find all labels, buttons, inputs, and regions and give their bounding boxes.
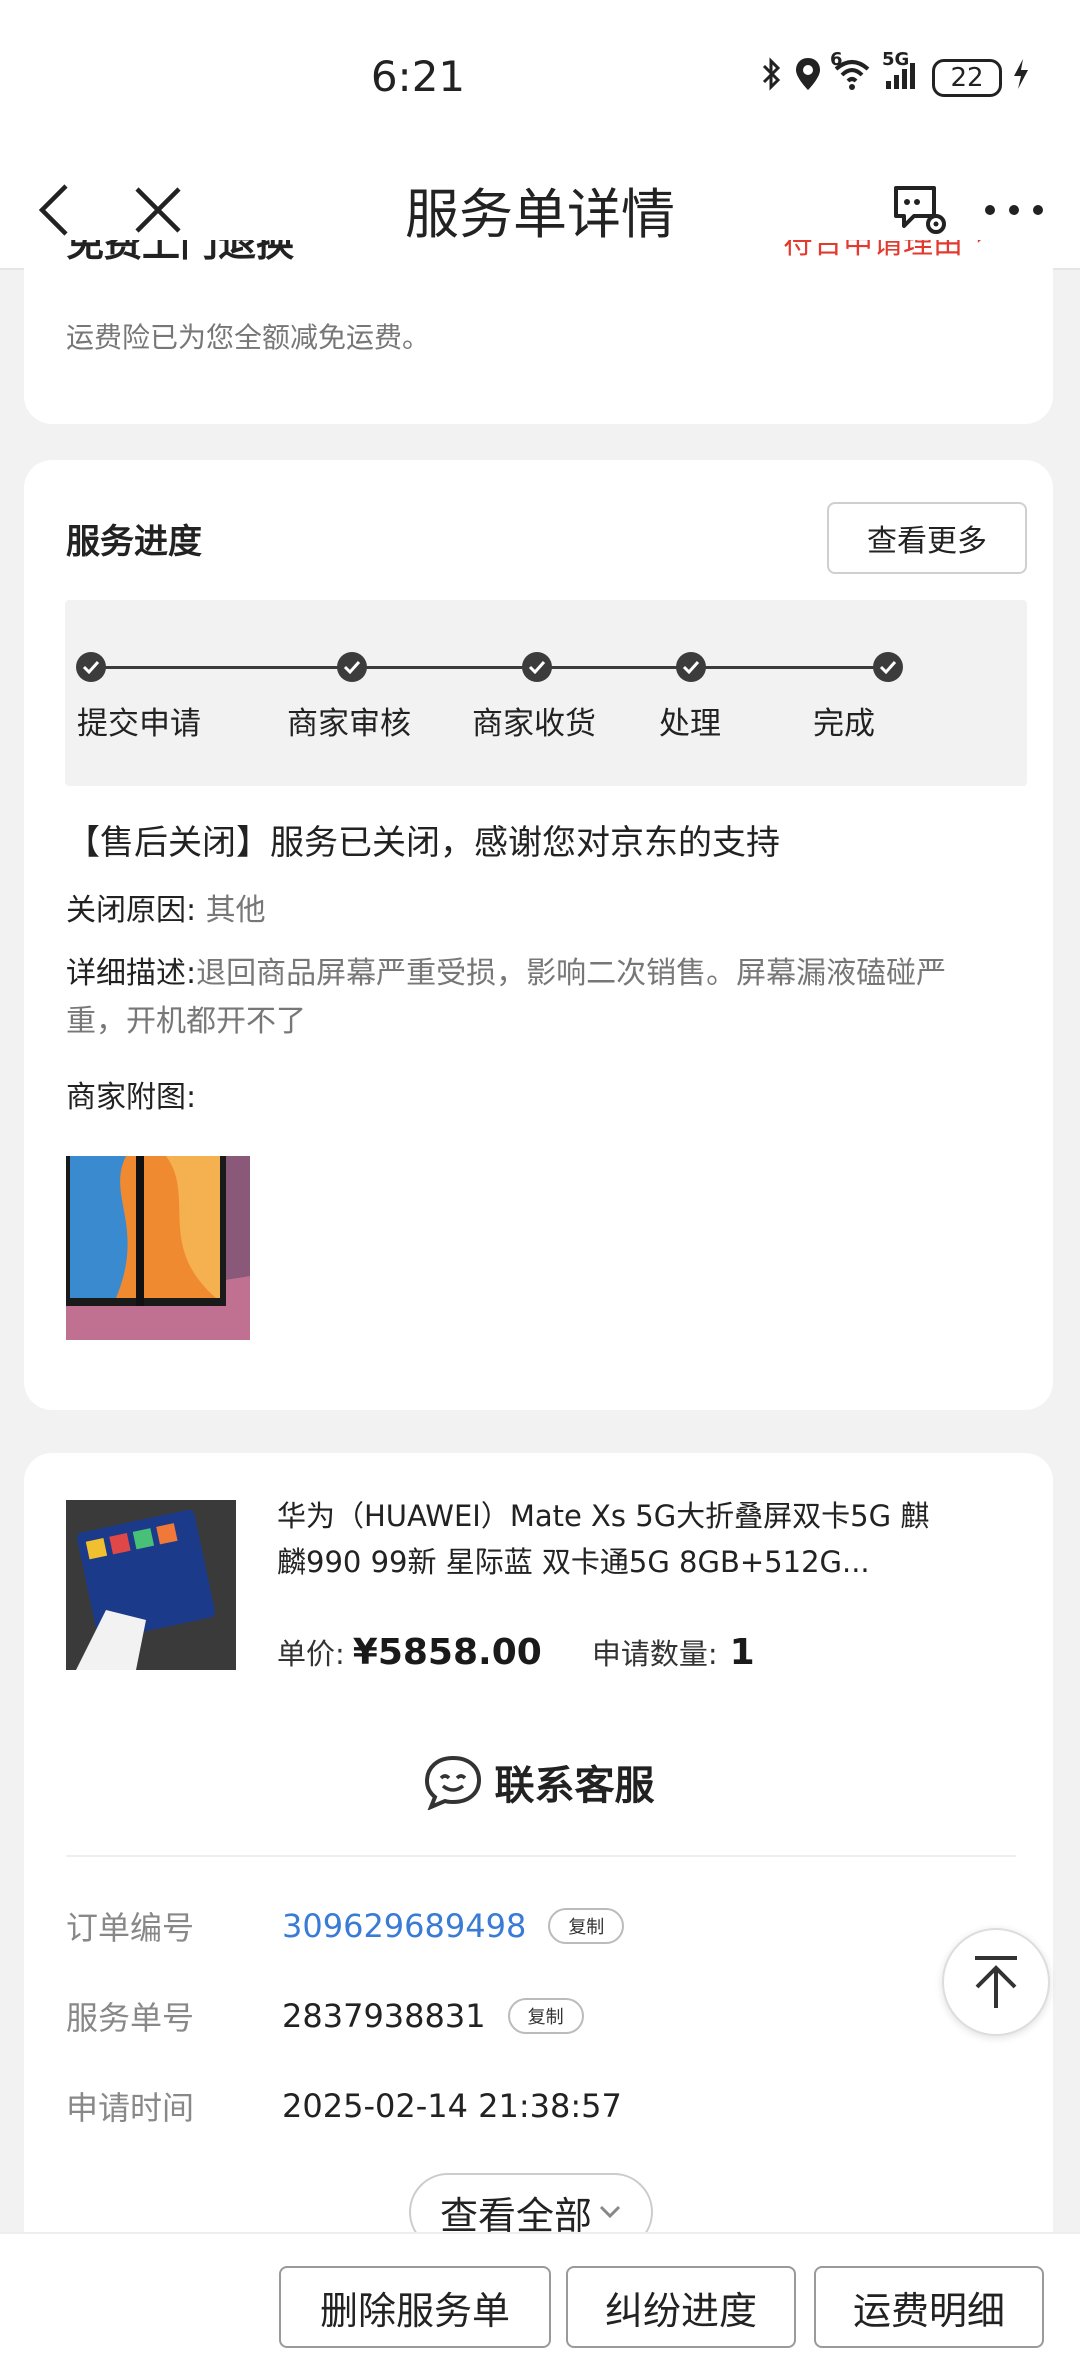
order-number-label: 订单编号 — [66, 1909, 195, 1947]
charging-icon — [1012, 57, 1030, 99]
dispute-progress-button[interactable]: 纠纷进度 — [566, 2266, 796, 2348]
product-name[interactable]: 华为（HUAWEI）Mate Xs 5G大折叠屏双卡5G 麒麟990 99新 星… — [277, 1493, 937, 1585]
back-to-top-button[interactable] — [942, 1928, 1050, 2036]
price-quantity-row: 单价: ¥5858.00 申请数量: 1 — [277, 1631, 755, 1673]
service-progress-card: 服务进度 查看更多 提交申请 商家审核 商家收货 处理 完成 【售后关闭】服务已… — [24, 460, 1053, 1410]
eligibility-link-label: 符合申请理由 — [783, 240, 963, 261]
copy-order-number-button[interactable]: 复制 — [548, 1908, 625, 1944]
copy-service-number-button[interactable]: 复制 — [507, 1998, 584, 2034]
step-dot-3 — [522, 652, 552, 682]
view-more-button[interactable]: 查看更多 — [827, 502, 1027, 574]
step-label-submit: 提交申请 — [77, 706, 201, 742]
merchant-attachment-image[interactable] — [66, 1156, 250, 1340]
quantity-label: 申请数量: — [591, 1637, 718, 1671]
battery-indicator: 22 — [932, 59, 1002, 97]
close-reason: 关闭原因: 其他 — [66, 885, 266, 929]
chevron-down-icon — [599, 2205, 621, 2219]
step-dot-4 — [676, 652, 706, 682]
shipping-fee-details-button[interactable]: 运费明细 — [814, 2266, 1044, 2348]
quantity-value: 1 — [729, 1632, 755, 1673]
location-icon — [794, 56, 822, 100]
product-order-card: 华为（HUAWEI）Mate Xs 5G大折叠屏双卡5G 麒麟990 99新 星… — [24, 1453, 1053, 2253]
step-label-merchant-received: 商家收货 — [472, 706, 596, 742]
status-bar: 6:21 6 5G 22 — [0, 0, 1080, 150]
contact-customer-service-label: 联系客服 — [494, 1763, 655, 1809]
eligibility-link[interactable]: 符合申请理由 › — [783, 240, 987, 262]
unit-price-label: 单价: — [277, 1637, 345, 1671]
service-status-message: 【售后关闭】服务已关闭，感谢您对京东的支持 — [66, 823, 780, 863]
close-reason-label: 关闭原因: — [66, 893, 197, 928]
divider — [66, 1855, 1016, 1857]
progress-line — [91, 666, 891, 669]
cellular-signal-icon: 5G — [882, 51, 922, 99]
bottom-action-bar: 删除服务单 纠纷进度 运费明细 — [0, 2232, 1080, 2376]
order-number-link[interactable]: 309629689498 — [282, 1907, 526, 1945]
status-icons: 6 5G 22 — [760, 51, 1030, 100]
bluetooth-icon — [760, 56, 784, 100]
close-reason-value: 其他 — [205, 893, 266, 928]
more-dots-icon — [985, 205, 1043, 215]
step-label-merchant-review: 商家审核 — [287, 706, 411, 742]
step-dot-2 — [337, 652, 367, 682]
application-time-label: 申请时间 — [66, 2089, 195, 2127]
application-time-value: 2025-02-14 21:38:57 — [282, 2087, 622, 2125]
customer-service-icon — [424, 1755, 481, 1810]
step-dot-1 — [76, 652, 106, 682]
message-settings-button[interactable] — [888, 172, 952, 248]
step-dot-5 — [873, 652, 903, 682]
service-progress-title: 服务进度 — [66, 522, 202, 562]
application-time-row: 申请时间 2025-02-14 21:38:57 — [66, 2083, 622, 2129]
service-number-value: 2837938831 — [282, 1997, 486, 2035]
message-settings-icon — [894, 186, 946, 234]
free-pickup-card: 免费上门退换 符合申请理由 › 运费险已为您全额减免运费。 — [24, 240, 1053, 424]
service-number-label: 服务单号 — [66, 1999, 195, 2037]
detail-description: 详细描述:退回商品屏幕严重受损，影响二次销售。屏幕漏液磕碰严重，开机都开不了 — [66, 950, 1006, 1046]
wifi-icon: 6 — [830, 51, 872, 99]
contact-customer-service[interactable]: 联系客服 — [24, 1753, 1053, 1811]
progress-tracker: 提交申请 商家审核 商家收货 处理 完成 — [65, 600, 1027, 786]
free-pickup-title: 免费上门退换 — [66, 240, 295, 265]
more-options-button[interactable] — [976, 180, 1052, 240]
detail-description-label: 详细描述: — [66, 956, 197, 991]
status-time: 6:21 — [370, 52, 466, 101]
chevron-right-icon: › — [975, 240, 987, 262]
merchant-attachment-label: 商家附图: — [66, 1080, 197, 1115]
step-label-processing: 处理 — [659, 706, 721, 742]
unit-price-value: ¥5858.00 — [352, 1632, 542, 1673]
order-number-row: 订单编号 309629689498 复制 — [66, 1903, 625, 1949]
detail-description-value: 退回商品屏幕严重受损，影响二次销售。屏幕漏液磕碰严重，开机都开不了 — [66, 956, 947, 1039]
service-number-row: 服务单号 2837938831 复制 — [66, 1993, 584, 2039]
shipping-insurance-note: 运费险已为您全额减免运费。 — [66, 321, 431, 354]
product-image[interactable] — [66, 1500, 236, 1670]
arrow-up-icon — [975, 1956, 1017, 2008]
step-label-complete: 完成 — [813, 706, 875, 742]
delete-service-order-button[interactable]: 删除服务单 — [279, 2266, 551, 2348]
